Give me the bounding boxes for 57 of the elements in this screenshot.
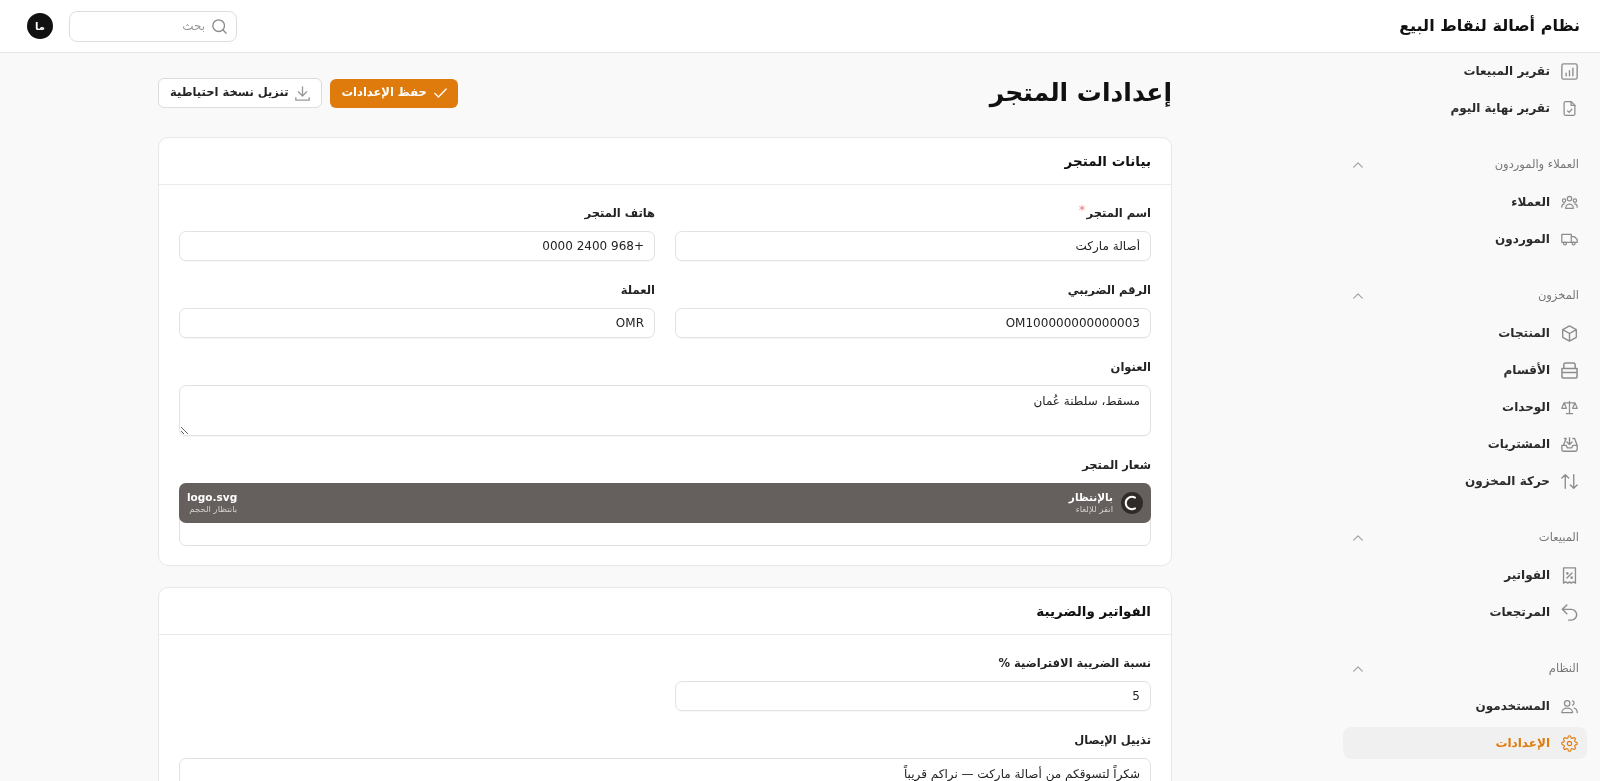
arrows-up-down-icon (1561, 472, 1578, 490)
sidebar-item[interactable]: المرتجعات (1343, 596, 1587, 628)
box-icon (1561, 324, 1578, 342)
field-label: نسبة الضريبة الافتراضية % (998, 655, 1151, 672)
page-title: إعدادات المتجر (989, 78, 1172, 108)
sidebar-item[interactable]: تقرير نهاية اليوم (1343, 92, 1587, 124)
field-label: العنوان (1110, 359, 1151, 376)
textarea-field[interactable]: مسقط، سلطنة عُمان (179, 385, 1151, 436)
tray-download-icon (1561, 435, 1578, 453)
undo-arrow-icon (1561, 603, 1578, 621)
card-title: الفواتير والضريبة (1036, 601, 1151, 621)
sidebar-item[interactable]: المشتريات (1343, 428, 1587, 460)
receipt-percent-icon (1561, 566, 1578, 584)
text-input[interactable]: OM100000000000003 (675, 308, 1151, 338)
settings-icon (1561, 734, 1578, 752)
download-icon (295, 85, 311, 101)
spinner-icon (1121, 492, 1143, 514)
archive-icon (1561, 361, 1578, 379)
field-label: العملة (620, 282, 655, 299)
upload-status: بالإنتظار (1068, 491, 1113, 505)
card-title: بيانات المتجر (1064, 151, 1151, 171)
section-toggle[interactable]: المبيعات (1343, 522, 1587, 554)
sidebar-item[interactable]: المنتجات (1343, 317, 1587, 349)
sidebar-item[interactable]: الموردون (1343, 223, 1587, 255)
bar-chart-icon (1561, 62, 1578, 80)
scale-icon (1561, 398, 1578, 416)
field-label: اسم المتجر (1086, 205, 1151, 222)
field-label: الرقم الضريبي (1067, 282, 1151, 299)
file-name: logo.svg (187, 491, 238, 505)
sidebar-item[interactable]: المستخدمون (1343, 690, 1587, 722)
field-label: تذييل الإيصال (1074, 732, 1151, 749)
text-input[interactable]: OMR (179, 308, 655, 338)
sidebar-item[interactable]: حركة المخزون (1343, 465, 1587, 497)
two-people-icon (1561, 697, 1578, 715)
cancel-hint[interactable]: انقر للإلغاء (1068, 504, 1113, 515)
text-input[interactable]: +968 2400 0000 (179, 231, 655, 261)
search-icon (212, 18, 227, 34)
download-button[interactable]: تنزيل نسخة احتياطية (158, 78, 323, 108)
section-toggle[interactable]: النظام (1343, 653, 1587, 685)
textarea-field[interactable]: شكراً لتسوقكم من أصالة ماركت — نراكم قريباً (179, 758, 1151, 781)
text-input[interactable]: 5 (675, 681, 1151, 711)
search-field[interactable]: بحث (69, 10, 237, 42)
file-size-status: بانتظار الحجم (189, 504, 238, 515)
sidebar-item[interactable]: العملاء (1343, 186, 1587, 218)
file-check-icon (1561, 99, 1578, 117)
check-icon (433, 88, 447, 98)
sidebar-item[interactable]: الوحدات (1343, 391, 1587, 423)
field-label: هاتف المتجر (584, 205, 655, 222)
sidebar-item[interactable]: الفواتير (1343, 559, 1587, 591)
sidebar-item[interactable]: الأقسام (1343, 354, 1587, 386)
app-title: نظام أصالة لنقاط البيع (1399, 14, 1580, 37)
user-avatar[interactable]: ما (27, 13, 53, 39)
sidebar-item[interactable]: تقرير المبيعات (1343, 55, 1587, 87)
section-toggle[interactable]: المخزون (1343, 280, 1587, 312)
section-toggle[interactable]: العملاء والموردون (1343, 149, 1587, 181)
field-label: شعار المتجر (1082, 457, 1151, 474)
people-group-icon (1561, 193, 1578, 211)
